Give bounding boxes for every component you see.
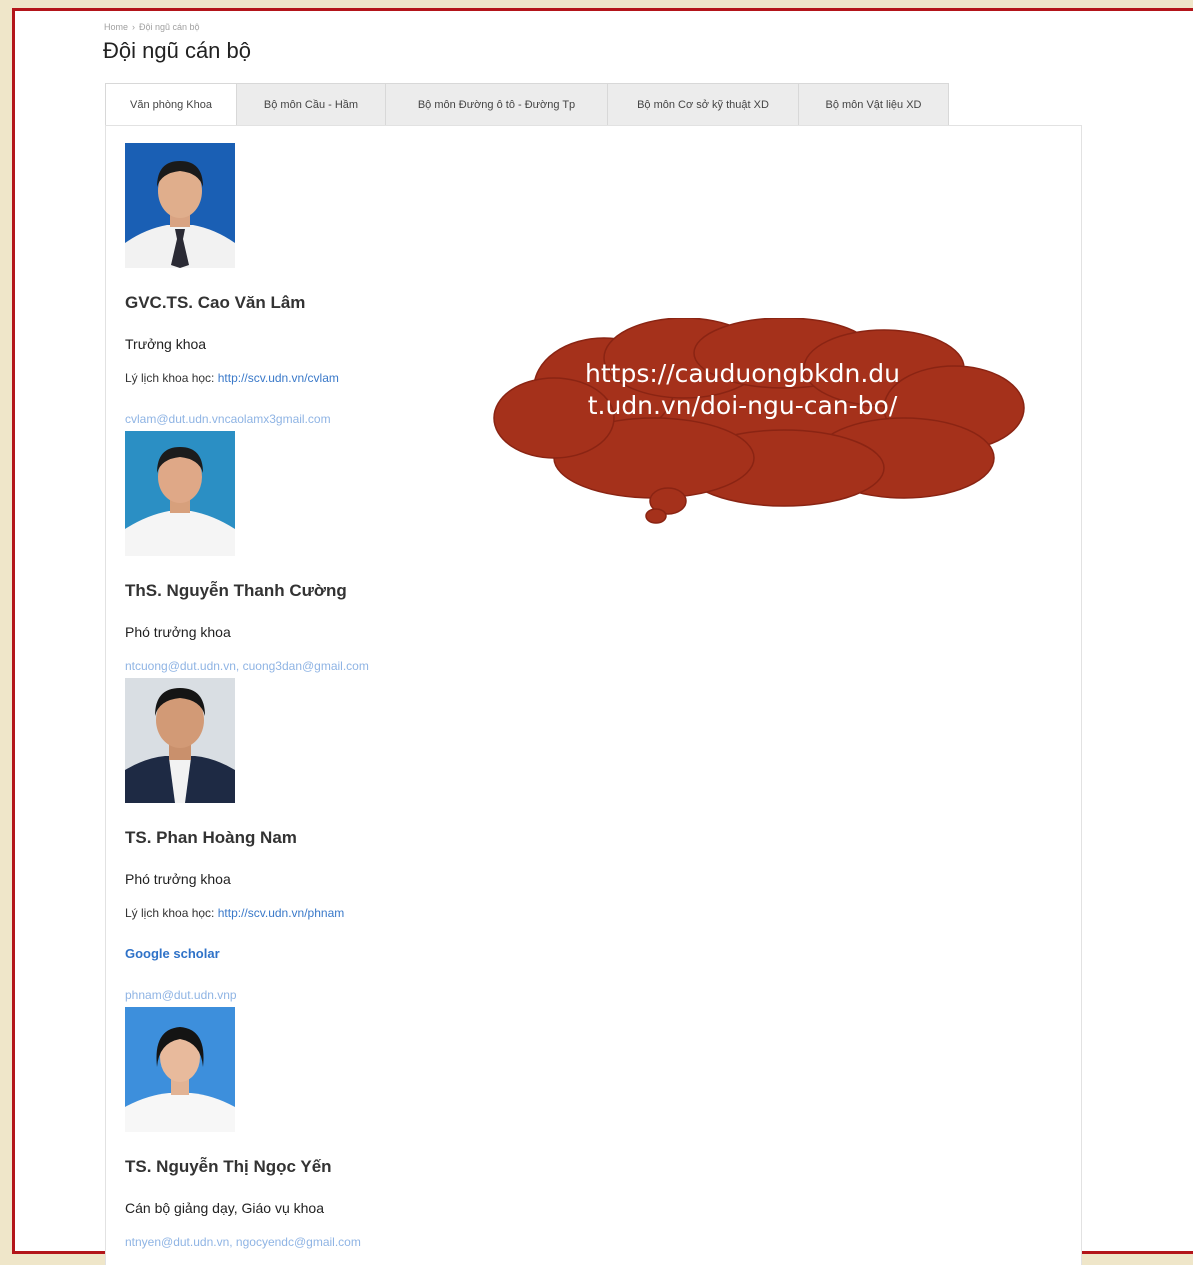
staff-role: Trưởng khoa xyxy=(125,336,207,352)
cv-link[interactable]: http://scv.udn.vn/phnam xyxy=(218,906,345,920)
staff-email[interactable]: cvlam@dut.udn.vncaolamx3gmail.com xyxy=(125,412,331,426)
staff-name: TS. Phan Hoàng Nam xyxy=(125,828,297,847)
tab-bar: Văn phòng Khoa Bộ môn Cầu - Hầm Bộ môn Đ… xyxy=(105,83,949,126)
staff-email[interactable]: ntcuong@dut.udn.vn, cuong3dan@gmail.com xyxy=(125,659,369,673)
staff-role: Phó trưởng khoa xyxy=(125,624,231,640)
page-title: Đội ngũ cán bộ xyxy=(103,38,251,63)
staff-photo xyxy=(125,1007,235,1132)
staff-name: TS. Nguyễn Thị Ngọc Yến xyxy=(125,1157,332,1176)
staff-name: GVC.TS. Cao Văn Lâm xyxy=(125,293,306,312)
staff-photo xyxy=(125,431,235,556)
staff-email[interactable]: ntnyen@dut.udn.vn, ngocyendc@gmail.com xyxy=(125,1235,361,1249)
tab-bo-mon-vat-lieu[interactable]: Bộ môn Vật liệu XD xyxy=(799,83,949,126)
breadcrumb-home-link[interactable]: Home xyxy=(104,22,128,32)
tab-bo-mon-duong-oto[interactable]: Bộ môn Đường ô tô - Đường Tp xyxy=(386,83,608,126)
tab-panel: GVC.TS. Cao Văn Lâm Trưởng khoa Lý lịch … xyxy=(105,125,1082,1265)
cv-label: Lý lịch khoa học: xyxy=(125,906,215,920)
staff-email[interactable]: phnam@dut.udn.vnp xyxy=(125,988,237,1002)
cv-label: Lý lịch khoa học: xyxy=(125,371,215,385)
staff-photo xyxy=(125,143,235,268)
staff-name: ThS. Nguyễn Thanh Cường xyxy=(125,581,347,600)
callout-url-text: https://cauduongbkdn.dut.udn.vn/doi-ngu-… xyxy=(585,359,900,420)
cv-line: Lý lịch khoa học: http://scv.udn.vn/cvla… xyxy=(125,371,339,385)
google-scholar-link[interactable]: Google scholar xyxy=(125,946,220,961)
breadcrumb-separator: › xyxy=(132,22,136,32)
breadcrumb-current: Đội ngũ cán bộ xyxy=(139,22,200,32)
staff-photo xyxy=(125,678,235,803)
staff-role: Cán bộ giảng dạy, Giáo vụ khoa xyxy=(125,1200,324,1216)
webpage-screenshot: Home › Đội ngũ cán bộ Đội ngũ cán bộ Văn p… xyxy=(12,8,1193,1265)
cloud-callout xyxy=(493,318,1025,524)
cv-link[interactable]: http://scv.udn.vn/cvlam xyxy=(218,371,339,385)
tab-van-phong-khoa[interactable]: Văn phòng Khoa xyxy=(105,83,237,126)
tab-bo-mon-co-so-ky-thuat[interactable]: Bộ môn Cơ sở kỹ thuật XD xyxy=(608,83,799,126)
staff-role: Phó trưởng khoa xyxy=(125,871,231,887)
cv-line: Lý lịch khoa học: http://scv.udn.vn/phna… xyxy=(125,906,344,920)
breadcrumb: Home › Đội ngũ cán bộ xyxy=(104,22,200,32)
tab-bo-mon-cau-ham[interactable]: Bộ môn Cầu - Hầm xyxy=(237,83,386,126)
